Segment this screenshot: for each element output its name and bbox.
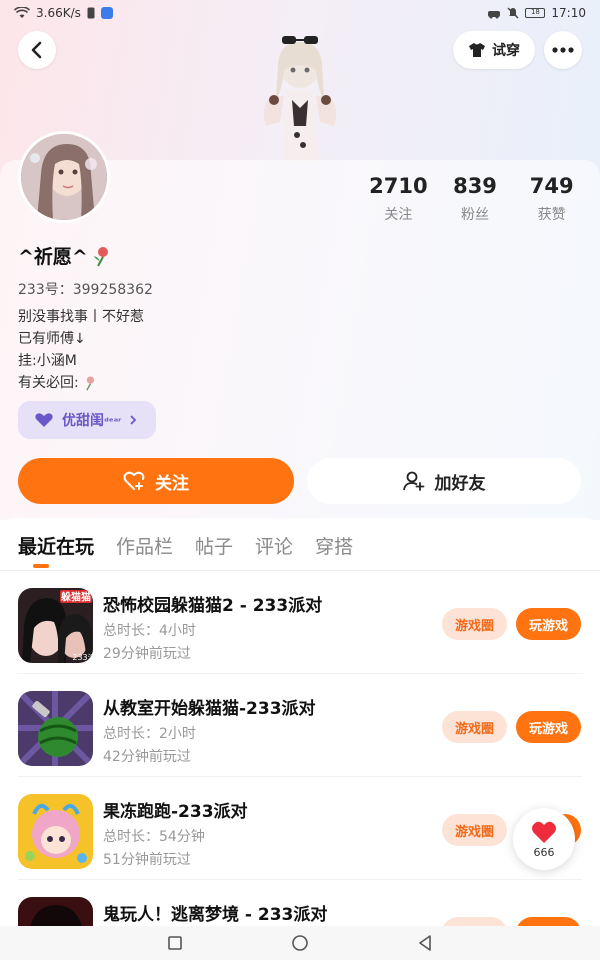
- bio-line: 别没事找事丨不好惹: [18, 309, 144, 325]
- app-badge-icon: [100, 7, 113, 19]
- user-id-label: 233号：: [18, 282, 73, 298]
- clock: 17:10: [551, 6, 586, 20]
- game-duration: 总时长：2小时: [103, 726, 196, 742]
- username-text: ^祈愿^: [18, 246, 88, 268]
- home-icon[interactable]: [292, 935, 308, 951]
- follow-label: 关注: [155, 473, 189, 494]
- heart-pair-icon: [35, 413, 53, 427]
- game-last-played: 29分钟前玩过: [103, 646, 191, 662]
- user-avatar[interactable]: [18, 131, 110, 223]
- game-duration: 总时长：54分钟: [103, 829, 205, 845]
- active-tab-indicator: [33, 564, 49, 568]
- tab-recently-played[interactable]: 最近在玩: [18, 532, 94, 562]
- tshirt-icon: [469, 43, 485, 57]
- game-list-item[interactable]: 躲猫猫 233派 恐怖校园躲猫猫2 - 233派对 总时长：4小时 29分钟前玩…: [0, 571, 600, 674]
- bio-line-text: 有关必回:: [18, 375, 79, 391]
- like-count: 666: [533, 845, 555, 859]
- stat-label: 获赞: [537, 207, 566, 223]
- bio-line: 已有师傅↓: [18, 331, 86, 347]
- try-on-label: 试穿: [492, 43, 520, 59]
- bio-line: 挂:小涵M: [18, 353, 77, 369]
- recent-apps-icon[interactable]: [168, 936, 182, 950]
- avatar-photo: [21, 134, 107, 220]
- more-icon: [552, 47, 574, 53]
- besties-label: 优甜闺ᵈᵉᵃʳ: [62, 413, 122, 429]
- game-circle-button[interactable]: 游戏圈: [442, 608, 507, 640]
- game-icon: [18, 691, 93, 766]
- game-last-played: 51分钟前玩过: [103, 852, 191, 868]
- back-icon: [31, 41, 42, 59]
- sim-icon: [87, 7, 95, 19]
- username: ^祈愿^: [18, 242, 112, 269]
- battery-icon: 18: [525, 8, 546, 18]
- game-circle-button[interactable]: 游戏圈: [442, 711, 507, 743]
- game-title: 恐怖校园躲猫猫2 - 233派对: [103, 596, 323, 616]
- game-duration: 总时长：4小时: [103, 623, 196, 639]
- add-friend-label: 加好友: [434, 473, 486, 494]
- tab-posts[interactable]: 帖子: [195, 532, 233, 562]
- stat-following[interactable]: 2710 关注: [360, 172, 437, 224]
- car-icon: [488, 11, 501, 19]
- follow-button[interactable]: 关注: [18, 458, 294, 504]
- rose-icon: [85, 376, 94, 391]
- game-icon-badge: 躲猫猫: [61, 591, 91, 604]
- heart-plus-icon: [123, 471, 145, 490]
- game-circle-button[interactable]: 游戏圈: [442, 814, 507, 846]
- game-list-item[interactable]: 从教室开始躲猫猫-233派对 总时长：2小时 42分钟前玩过 游戏圈 玩游戏: [0, 674, 600, 777]
- chevron-right-icon: [130, 415, 137, 425]
- wifi-icon: [14, 7, 30, 18]
- profile-stats: 2710 关注 839 粉丝 749 获赞: [360, 172, 590, 224]
- game-last-played: 42分钟前玩过: [103, 749, 191, 765]
- stat-likes[interactable]: 749 获赞: [513, 172, 590, 224]
- game-title: 果冻跑跑-233派对: [103, 802, 248, 822]
- game-icon-art: 躲猫猫 233派: [18, 588, 93, 663]
- game-list-item[interactable]: 果冻跑跑-233派对 总时长：54分钟 51分钟前玩过 游戏圈 玩游戏: [0, 777, 600, 880]
- play-game-button[interactable]: 玩游戏: [516, 711, 581, 743]
- back-button[interactable]: [18, 31, 56, 69]
- game-title: 从教室开始躲猫猫-233派对: [103, 699, 316, 719]
- play-game-button[interactable]: 玩游戏: [516, 608, 581, 640]
- tab-outfits[interactable]: 穿搭: [315, 532, 353, 562]
- rose-icon: [93, 246, 108, 266]
- try-on-button[interactable]: 试穿: [453, 31, 535, 69]
- more-button[interactable]: [544, 31, 582, 69]
- character-avatar-illustration[interactable]: [250, 30, 350, 162]
- stat-label: 粉丝: [461, 207, 489, 223]
- network-speed: 3.66K/s: [36, 6, 81, 20]
- game-icon-art: [18, 794, 93, 869]
- stat-fans[interactable]: 839 粉丝: [437, 172, 514, 224]
- stat-value: 839: [453, 174, 497, 198]
- user-bio: 别没事找事丨不好惹 已有师傅↓ 挂:小涵M 有关必回:: [18, 306, 144, 394]
- game-icon-art: [18, 691, 93, 766]
- game-icon: 躲猫猫 233派: [18, 588, 93, 663]
- game-icon-corner-label: 233派: [72, 653, 93, 662]
- user-id[interactable]: 233号：399258362: [18, 279, 153, 299]
- stat-value: 2710: [369, 174, 428, 198]
- besties-badge[interactable]: 优甜闺ᵈᵉᵃʳ: [18, 401, 156, 439]
- add-user-icon: [402, 471, 424, 491]
- profile-tabs: 最近在玩 作品栏 帖子 评论 穿搭: [18, 532, 353, 562]
- game-title: 鬼玩人！逃离梦境 - 233派对: [103, 905, 328, 925]
- system-navigation-bar: [0, 926, 600, 960]
- stat-label: 关注: [384, 207, 413, 223]
- mute-icon: [507, 7, 519, 19]
- stat-value: 749: [529, 174, 574, 198]
- tab-works[interactable]: 作品栏: [116, 532, 173, 562]
- back-nav-icon[interactable]: [418, 935, 432, 951]
- floating-like-button[interactable]: 666: [513, 808, 575, 870]
- add-friend-button[interactable]: 加好友: [307, 458, 581, 504]
- bio-line-with-icon: 有关必回:: [18, 372, 144, 394]
- game-icon: [18, 794, 93, 869]
- heart-icon: [532, 821, 556, 843]
- tab-comments[interactable]: 评论: [255, 532, 293, 562]
- status-bar: 3.66K/s 18 17:10: [0, 0, 600, 26]
- user-id-value: 399258362: [72, 282, 153, 298]
